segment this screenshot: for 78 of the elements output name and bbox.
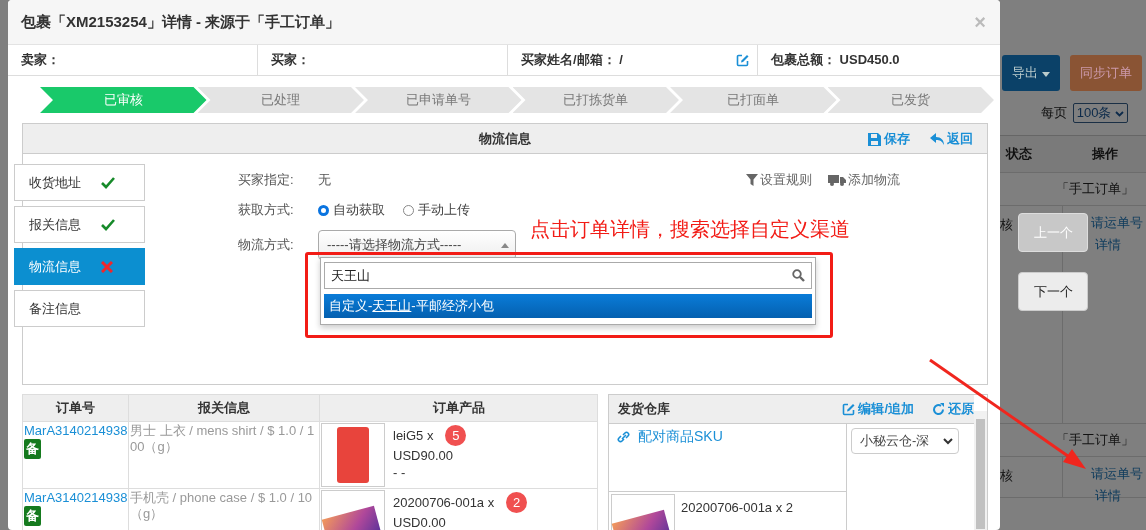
product-note: - - bbox=[393, 465, 407, 480]
tag-label: 备 bbox=[24, 506, 41, 526]
progress-step: 已处理 bbox=[197, 87, 364, 113]
order-source-text: 「手工订单」 bbox=[1056, 431, 1134, 449]
quantity-badge: 2 bbox=[506, 492, 528, 513]
action-link[interactable]: 请运单号 bbox=[1091, 465, 1143, 483]
customs-info-text: 手机壳 / phone case / $ 1.0 / 10（g） bbox=[128, 488, 320, 530]
set-rules-link[interactable]: 设置规则 bbox=[746, 171, 812, 189]
chevron-down-icon bbox=[1115, 111, 1124, 117]
quantity-badge: 5 bbox=[445, 425, 467, 446]
column-header: 订单产品 bbox=[319, 394, 598, 422]
sidebar-item[interactable]: 备注信息 bbox=[14, 290, 145, 327]
reply-arrow-icon bbox=[930, 133, 944, 145]
action-link[interactable]: 请运单号 bbox=[1091, 214, 1143, 232]
sync-orders-button[interactable]: 同步订单 bbox=[1070, 55, 1142, 91]
reset-link[interactable]: 还原 bbox=[932, 400, 974, 418]
product-name: leiG5 x bbox=[393, 428, 434, 443]
link-icon bbox=[617, 430, 630, 444]
action-link[interactable]: 详情 bbox=[1095, 236, 1121, 254]
dropdown-option[interactable]: 自定义-天王山-平邮经济小包 bbox=[324, 294, 812, 318]
scrollbar[interactable] bbox=[974, 411, 987, 530]
product-price: USD0.00 bbox=[393, 515, 447, 530]
truck-icon bbox=[828, 174, 846, 186]
page-size-label: 每页 bbox=[1040, 104, 1067, 122]
order-source-text: 「手工订单」 bbox=[1056, 180, 1134, 198]
sidebar-item[interactable]: 物流信息 bbox=[14, 248, 145, 285]
back-link[interactable]: 返回 bbox=[930, 130, 973, 148]
sidebar-item[interactable]: 收货地址 bbox=[14, 164, 145, 201]
info-label: 包裹总额： USD450.0 bbox=[771, 51, 900, 69]
annotation-text: 点击订单详情，搜索选择自定义渠道 bbox=[530, 217, 850, 242]
caret-down-icon bbox=[1042, 72, 1050, 77]
edit-icon bbox=[842, 402, 856, 416]
info-label: 买家： bbox=[271, 51, 310, 69]
page-size-select[interactable]: 100条 bbox=[1072, 103, 1128, 123]
radio-option[interactable]: 自动获取 bbox=[318, 201, 385, 219]
product-name: 20200706-001a x 2 bbox=[681, 499, 794, 517]
column-header: 状态 bbox=[1004, 145, 1033, 163]
info-label: 卖家： bbox=[21, 51, 60, 69]
product-photo-placeholder bbox=[321, 423, 385, 487]
field-label: 物流方式: bbox=[238, 236, 295, 254]
action-link[interactable]: 详情 bbox=[1095, 487, 1121, 505]
export-button[interactable]: 导出 bbox=[1002, 55, 1060, 91]
filter-icon bbox=[746, 174, 758, 186]
pair-sku-link[interactable]: 配对商品SKU bbox=[617, 428, 838, 446]
radio-option[interactable]: 手动上传 bbox=[403, 201, 470, 219]
column-header: 操作 bbox=[1090, 145, 1119, 163]
chevron-down-icon bbox=[943, 437, 953, 445]
progress-step: 已申请单号 bbox=[355, 87, 522, 113]
warehouse-select[interactable]: 小秘云仓-深 bbox=[851, 428, 959, 454]
save-link[interactable]: 保存 bbox=[868, 130, 910, 148]
order-number-link[interactable]: MarA3140214938 bbox=[24, 423, 127, 438]
progress-step: 已审核 bbox=[40, 87, 207, 113]
field-value: 无 bbox=[318, 171, 331, 189]
panel-title: 发货仓库 bbox=[618, 400, 670, 418]
edit-add-link[interactable]: 编辑/追加 bbox=[842, 400, 914, 418]
search-field[interactable]: 天王山 bbox=[324, 262, 812, 289]
add-logistics-link[interactable]: 添加物流 bbox=[828, 171, 900, 189]
info-label: 买家姓名/邮箱： / bbox=[521, 51, 623, 69]
progress-step: 已打面单 bbox=[670, 87, 837, 113]
customs-info-text: 男士 上衣 / mens shirt / $ 1.0 / 100（g） bbox=[128, 421, 320, 489]
caret-up-icon bbox=[501, 242, 509, 248]
save-icon bbox=[868, 132, 881, 146]
order-number-link[interactable]: MarA3140214938 bbox=[24, 490, 127, 505]
sidebar-item[interactable]: 报关信息 bbox=[14, 206, 145, 243]
next-button[interactable]: 下一个 bbox=[1018, 272, 1088, 311]
product-price: USD90.00 bbox=[393, 448, 454, 463]
column-header: 报关信息 bbox=[128, 394, 320, 422]
progress-step: 已打拣货单 bbox=[512, 87, 679, 113]
field-label: 买家指定: bbox=[238, 171, 295, 189]
field-label: 获取方式: bbox=[238, 201, 295, 219]
progress-step: 已发货 bbox=[827, 87, 994, 113]
tag-label: 备 bbox=[24, 439, 41, 459]
modal-title: 包裹「XM2153254」详情 - 来源于「手工订单」 bbox=[21, 12, 341, 32]
panel-title: 物流信息 bbox=[479, 129, 531, 148]
column-header: 订单号 bbox=[22, 394, 129, 422]
product-name: 20200706-001a x bbox=[393, 495, 495, 510]
search-icon bbox=[792, 269, 805, 282]
refresh-icon bbox=[932, 402, 945, 416]
